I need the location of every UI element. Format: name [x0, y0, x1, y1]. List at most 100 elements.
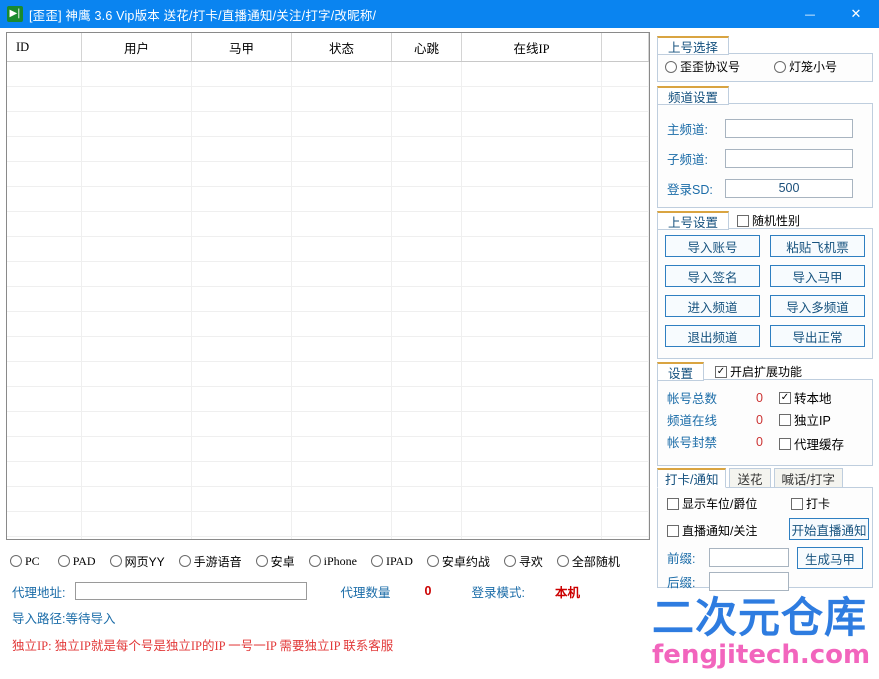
action-tab[interactable]: 喊话/打字 — [773, 468, 843, 488]
table-cell — [7, 137, 82, 161]
grid-column-header[interactable]: 心跳 — [392, 33, 462, 61]
table-row[interactable] — [7, 312, 649, 337]
radio-mark[interactable] — [178, 555, 191, 567]
client-type-radio[interactable]: IPAD — [370, 553, 413, 569]
close-button[interactable]: ✕ — [833, 0, 879, 28]
action-tab[interactable]: 打卡/通知 — [657, 468, 727, 488]
client-type-label: 安卓约战 — [441, 554, 490, 569]
check-independent-ip-box[interactable] — [779, 413, 791, 426]
grid-column-header[interactable]: 用户 — [82, 33, 192, 61]
check-show-seat-rank[interactable]: 显示车位/爵位 — [667, 495, 757, 512]
table-row[interactable] — [7, 262, 649, 287]
table-row[interactable] — [7, 537, 649, 539]
client-type-radio[interactable]: iPhone — [308, 554, 357, 569]
watermark-en-text: fengjitech.com — [652, 640, 871, 670]
suffix-input[interactable] — [709, 572, 789, 591]
grid-column-header[interactable] — [602, 33, 649, 61]
setup-action-button[interactable]: 粘贴飞机票 — [770, 235, 865, 257]
table-row[interactable] — [7, 512, 649, 537]
table-row[interactable] — [7, 62, 649, 87]
radio-mark[interactable] — [109, 555, 122, 567]
table-row[interactable] — [7, 212, 649, 237]
table-row[interactable] — [7, 362, 649, 387]
table-row[interactable] — [7, 162, 649, 187]
grid-column-header[interactable]: 在线IP — [462, 33, 602, 61]
setup-action-button[interactable]: 导入马甲 — [770, 265, 865, 287]
check-to-local[interactable]: ✓ 转本地 — [779, 388, 832, 407]
login-select-radio-group[interactable]: 歪歪协议号 灯笼小号 — [665, 58, 867, 75]
radio-mark[interactable] — [665, 60, 677, 73]
action-tabstrip[interactable]: 打卡/通知 送花 喊话/打字 — [657, 468, 846, 488]
setup-button-grid[interactable]: 导入账号 粘贴飞机票 导入签名 导入马甲 进入频道 导入多频道 退出频道 导出正常 — [665, 235, 865, 347]
grid-column-header[interactable]: 状态 — [292, 33, 392, 61]
radio-mark[interactable] — [255, 555, 268, 567]
prefix-input[interactable] — [709, 548, 789, 567]
client-type-radio[interactable]: 寻欢 — [503, 553, 543, 570]
table-row[interactable] — [7, 112, 649, 137]
setup-action-button[interactable]: 退出频道 — [665, 325, 760, 347]
login-select-radio[interactable]: 歪歪协议号 — [665, 58, 740, 75]
setup-action-button[interactable]: 导入多频道 — [770, 295, 865, 317]
client-type-radio[interactable]: PAD — [57, 554, 96, 569]
client-type-radio[interactable]: 手游语音 — [178, 553, 242, 570]
table-row[interactable] — [7, 237, 649, 262]
check-proxy-cache-box[interactable] — [779, 437, 791, 450]
generate-alias-button[interactable]: 生成马甲 — [797, 547, 863, 569]
grid-column-header[interactable]: 马甲 — [192, 33, 292, 61]
check-independent-ip[interactable]: 独立IP — [779, 410, 831, 429]
check-live-notify-follow[interactable]: 直播通知/关注 — [667, 522, 757, 539]
setup-action-button[interactable]: 导入签名 — [665, 265, 760, 287]
sub-channel-input[interactable] — [725, 148, 853, 168]
login-sd-input[interactable] — [725, 178, 853, 198]
setup-action-button[interactable]: 导出正常 — [770, 325, 865, 347]
check-punch-card-box[interactable] — [791, 497, 803, 510]
table-row[interactable] — [7, 437, 649, 462]
grid-column-header[interactable]: ID — [7, 33, 82, 61]
client-type-label: IPAD — [385, 553, 413, 568]
accounts-grid[interactable]: ID 用户 马甲 状态 心跳 在线IP — [6, 32, 650, 540]
radio-mark[interactable] — [370, 555, 383, 567]
table-cell — [192, 512, 292, 536]
client-type-radio[interactable]: PC — [10, 554, 40, 569]
table-row[interactable] — [7, 87, 649, 112]
table-row[interactable] — [7, 412, 649, 437]
client-type-radio[interactable]: 全部随机 — [556, 553, 620, 570]
check-live-notify-follow-box[interactable] — [667, 524, 679, 537]
check-show-seat-rank-box[interactable] — [667, 497, 679, 510]
proxy-address-input[interactable] — [75, 582, 308, 600]
client-type-radio[interactable]: 网页YY — [109, 553, 165, 570]
radio-mark[interactable] — [308, 555, 321, 567]
check-to-local-box[interactable]: ✓ — [779, 391, 791, 404]
login-select-radio[interactable]: 灯笼小号 — [774, 58, 837, 75]
table-row[interactable] — [7, 287, 649, 312]
radio-mark[interactable] — [426, 555, 439, 567]
extension-feature-box[interactable]: ✓ — [715, 365, 727, 378]
radio-mark[interactable] — [57, 555, 70, 567]
main-channel-input[interactable] — [725, 118, 853, 138]
radio-mark[interactable] — [503, 555, 516, 567]
extension-feature-checkbox[interactable]: ✓ 开启扩展功能 — [715, 363, 802, 380]
table-row[interactable] — [7, 462, 649, 487]
table-row[interactable] — [7, 137, 649, 162]
check-proxy-cache[interactable]: 代理缓存 — [779, 434, 844, 453]
setup-action-button[interactable]: 导入账号 — [665, 235, 760, 257]
setup-action-button[interactable]: 进入频道 — [665, 295, 760, 317]
table-row[interactable] — [7, 187, 649, 212]
table-row[interactable] — [7, 487, 649, 512]
minimize-button[interactable]: — — [787, 0, 833, 28]
table-row[interactable] — [7, 337, 649, 362]
grid-header-row: ID 用户 马甲 状态 心跳 在线IP — [7, 33, 649, 62]
random-gender-checkbox[interactable]: 随机性别 — [737, 212, 800, 229]
client-type-radio-group[interactable]: PC PAD 网页YY 手游语音 安卓 iPhone IPAD 安卓约战 寻欢 全部随机 — [10, 549, 655, 573]
client-type-radio[interactable]: 安卓约战 — [426, 553, 490, 570]
radio-mark[interactable] — [10, 555, 22, 567]
start-live-notify-button[interactable]: 开始直播通知 — [789, 518, 869, 540]
radio-mark[interactable] — [556, 555, 569, 567]
action-tab[interactable]: 送花 — [729, 468, 771, 488]
table-row[interactable] — [7, 387, 649, 412]
radio-mark[interactable] — [774, 60, 787, 73]
check-punch-card[interactable]: 打卡 — [791, 495, 830, 512]
grid-body[interactable] — [7, 62, 649, 539]
random-gender-box[interactable] — [737, 214, 749, 227]
client-type-radio[interactable]: 安卓 — [255, 553, 295, 570]
